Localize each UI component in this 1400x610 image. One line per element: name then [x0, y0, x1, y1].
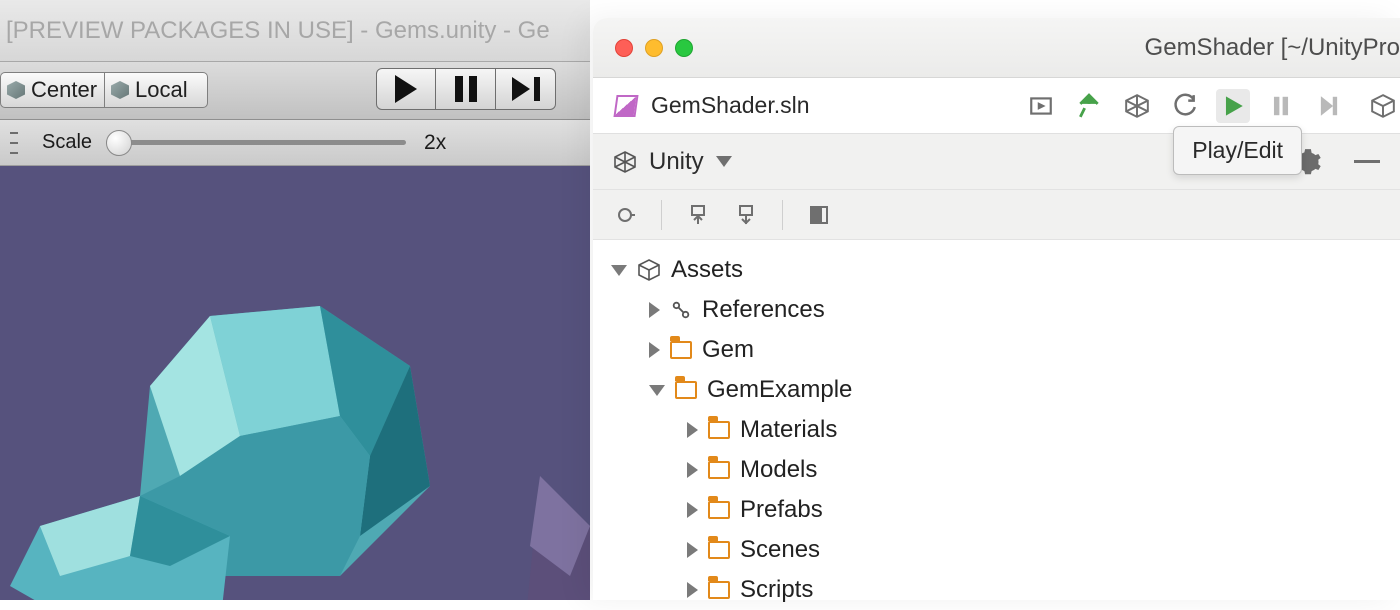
pivot-button-group: Center Local — [0, 72, 208, 108]
chevron-down-icon[interactable] — [716, 156, 732, 167]
cube-icon — [111, 81, 129, 99]
unity-cube-icon[interactable] — [1366, 89, 1400, 123]
arrow-right-icon[interactable] — [687, 462, 698, 478]
step-button[interactable] — [496, 68, 556, 110]
divider — [782, 200, 783, 230]
tree-gem[interactable]: Gem — [611, 330, 1400, 370]
step-icon — [512, 77, 540, 101]
solution-icon — [613, 95, 638, 117]
ide-toolbar: GemShader.sln Play/Edit — [593, 78, 1400, 134]
arrow-right-icon[interactable] — [687, 502, 698, 518]
play-edit-button[interactable] — [1216, 89, 1250, 123]
tree-prefabs[interactable]: Prefabs — [611, 490, 1400, 530]
gem-scene — [0, 166, 590, 600]
arrow-right-icon[interactable] — [649, 342, 660, 358]
ide-window: GemShader [~/UnityPro GemShader.sln P — [593, 18, 1400, 600]
center-icon — [7, 81, 25, 99]
tree-scenes-label: Scenes — [740, 536, 820, 564]
tree-models[interactable]: Models — [611, 450, 1400, 490]
folder-icon — [670, 341, 692, 359]
play-icon — [395, 75, 417, 103]
local-button[interactable]: Local — [104, 72, 208, 108]
tree-materials[interactable]: Materials — [611, 410, 1400, 450]
tree-references-label: References — [702, 296, 825, 324]
folder-icon — [708, 461, 730, 479]
arrow-right-icon[interactable] — [687, 542, 698, 558]
close-window-button[interactable] — [615, 39, 633, 57]
solution-name: GemShader.sln — [651, 92, 810, 119]
center-button[interactable]: Center — [0, 72, 104, 108]
game-viewport — [0, 166, 590, 600]
build-hammer-icon[interactable] — [1072, 89, 1106, 123]
arrow-down-icon[interactable] — [649, 385, 665, 396]
scale-label: Scale — [42, 131, 92, 154]
folder-icon — [708, 501, 730, 519]
divider — [661, 200, 662, 230]
context-name[interactable]: Unity — [649, 148, 704, 176]
refresh-icon[interactable] — [1168, 89, 1202, 123]
tree-models-label: Models — [740, 456, 817, 484]
folder-icon — [708, 541, 730, 559]
arrow-right-icon[interactable] — [687, 422, 698, 438]
pause-button[interactable] — [436, 68, 496, 110]
scale-value: 2x — [424, 131, 446, 155]
drag-handle-icon[interactable] — [10, 132, 18, 154]
folder-icon — [708, 421, 730, 439]
ide-title-text: GemShader [~/UnityPro — [693, 34, 1400, 62]
game-panel-header: Scale 2x — [0, 120, 590, 166]
pause-button-ide[interactable] — [1264, 89, 1298, 123]
minimize-window-button[interactable] — [645, 39, 663, 57]
run-config-dropdown[interactable] — [1024, 89, 1058, 123]
show-all-files-icon[interactable] — [807, 203, 831, 227]
unity-editor-window: [PREVIEW PACKAGES IN USE] - Gems.unity -… — [0, 0, 590, 600]
unity-logo-icon — [613, 150, 637, 174]
scroll-from-source-icon[interactable] — [613, 203, 637, 227]
play-edit-tooltip: Play/Edit — [1173, 126, 1302, 175]
tree-references[interactable]: References — [611, 290, 1400, 330]
unity-toolbar: Center Local — [0, 62, 590, 120]
center-label: Center — [31, 77, 97, 103]
tree-prefabs-label: Prefabs — [740, 496, 823, 524]
tree-materials-label: Materials — [740, 416, 837, 444]
explorer-subtoolbar — [593, 190, 1400, 240]
maximize-window-button[interactable] — [675, 39, 693, 57]
collapse-icon[interactable] — [1354, 160, 1380, 163]
solution-tree[interactable]: Assets References Gem GemExample Materia… — [593, 240, 1400, 610]
unity-cube-icon — [637, 258, 661, 282]
ide-titlebar[interactable]: GemShader [~/UnityPro — [593, 18, 1400, 78]
arrow-down-icon[interactable] — [611, 265, 627, 276]
tree-scripts[interactable]: Scripts — [611, 570, 1400, 610]
window-controls — [615, 39, 693, 57]
expand-all-icon[interactable] — [686, 203, 710, 227]
play-controls — [376, 68, 556, 110]
collapse-all-icon[interactable] — [734, 203, 758, 227]
tree-gem-label: Gem — [702, 336, 754, 364]
folder-icon — [708, 581, 730, 599]
arrow-right-icon[interactable] — [649, 302, 660, 318]
tree-root[interactable]: Assets — [611, 250, 1400, 290]
scale-slider[interactable] — [106, 140, 406, 145]
tree-gem-example-label: GemExample — [707, 376, 852, 404]
tree-root-label: Assets — [671, 256, 743, 284]
folder-icon — [675, 381, 697, 399]
slider-thumb[interactable] — [106, 130, 132, 156]
references-icon — [670, 299, 692, 321]
unity-titlebar: [PREVIEW PACKAGES IN USE] - Gems.unity -… — [0, 0, 590, 62]
arrow-right-icon[interactable] — [687, 582, 698, 598]
attach-unity-icon[interactable] — [1120, 89, 1154, 123]
skip-button-ide[interactable] — [1312, 89, 1346, 123]
tree-gem-example[interactable]: GemExample — [611, 370, 1400, 410]
pause-icon — [455, 76, 477, 102]
tree-scenes[interactable]: Scenes — [611, 530, 1400, 570]
unity-title-text: [PREVIEW PACKAGES IN USE] - Gems.unity -… — [6, 17, 550, 45]
play-button[interactable] — [376, 68, 436, 110]
local-label: Local — [135, 77, 188, 103]
